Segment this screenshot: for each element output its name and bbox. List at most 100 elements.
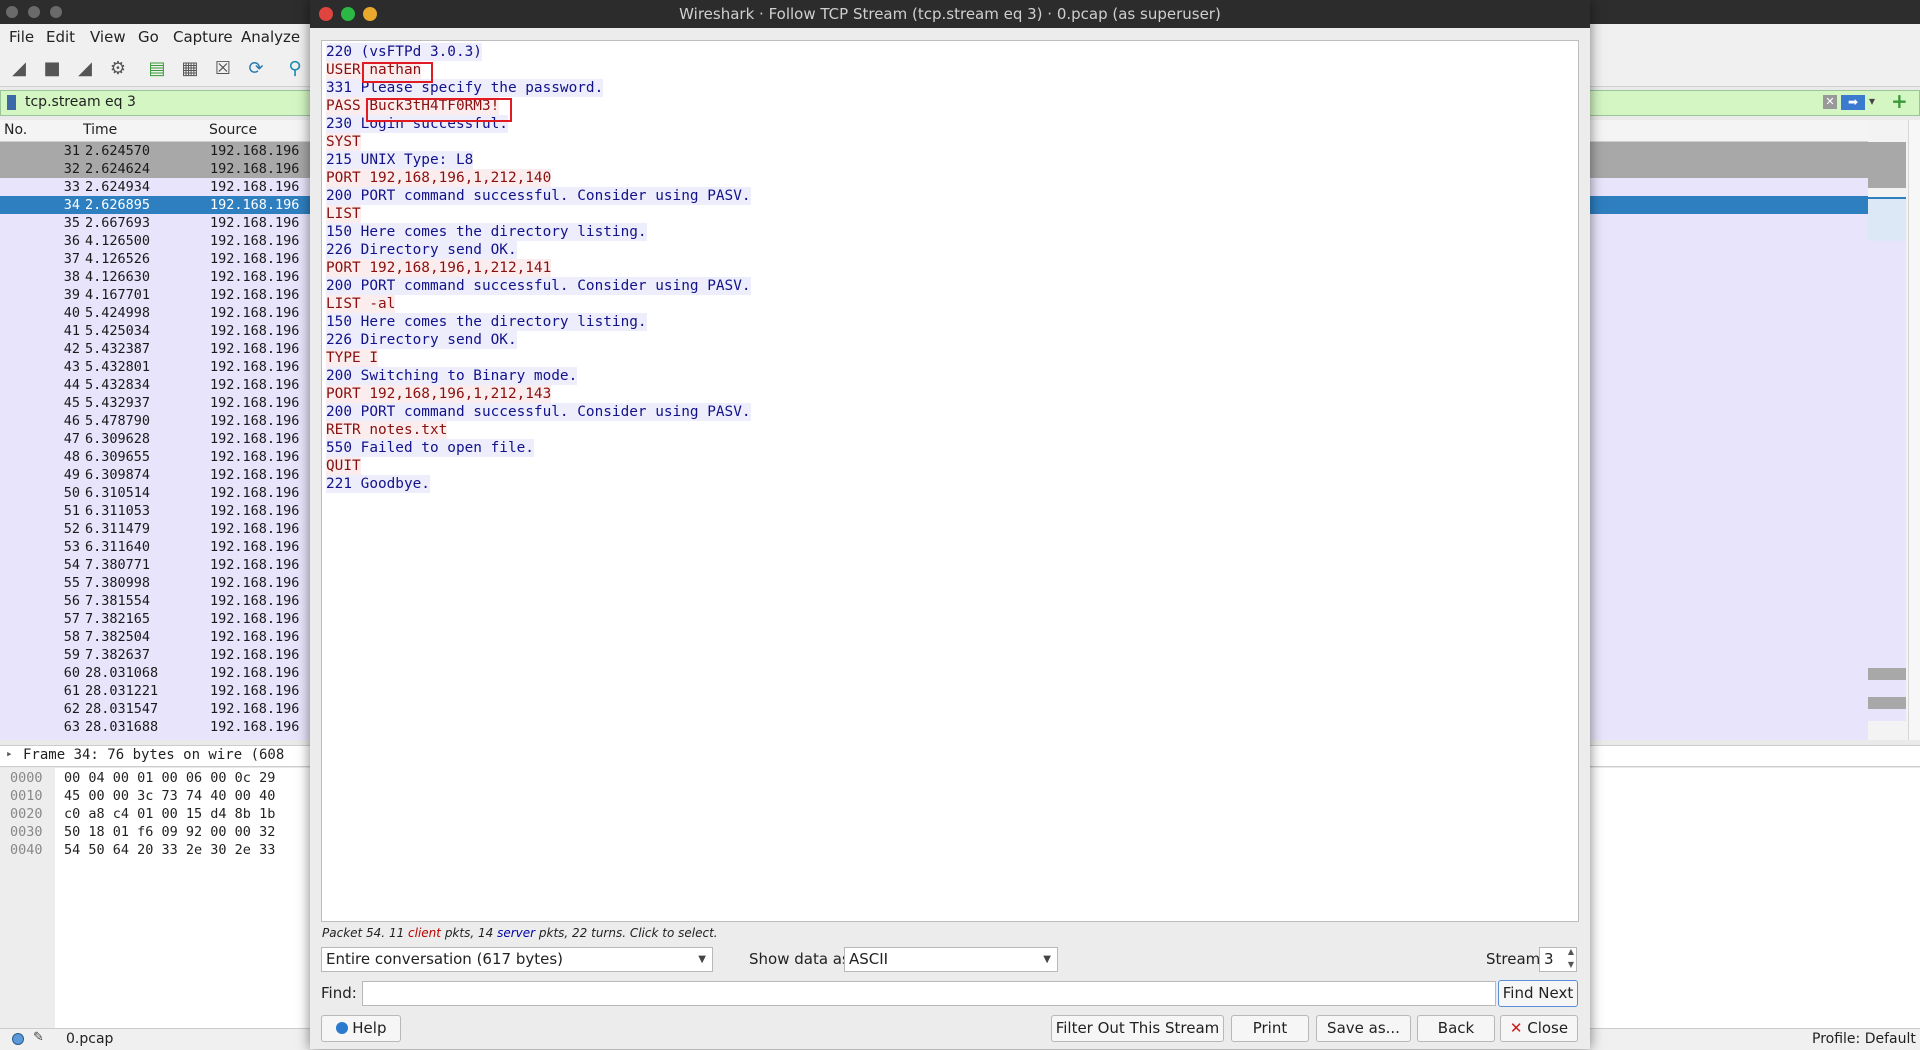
server-stream-line[interactable]: 200 PORT command successful. Consider us… [326, 187, 751, 205]
packet-time: 4.126526 [85, 251, 151, 267]
packet-time: 28.031068 [85, 665, 159, 681]
packet-time: 6.309628 [85, 431, 151, 447]
shark-fin-start-icon[interactable]: ◢ [8, 57, 30, 79]
add-filter-button-plus-icon[interactable]: + [1891, 89, 1908, 113]
stream-number-spinbox[interactable]: 3 ▲ ▼ [1539, 947, 1577, 972]
bytes-hex[interactable]: 50 18 01 f6 09 92 00 00 32 [64, 824, 275, 840]
server-stream-line[interactable]: 200 Switching to Binary mode. [326, 367, 578, 385]
packet-source: 192.168.196 [210, 431, 300, 447]
packet-time: 7.382637 [85, 647, 151, 663]
minimize-window-icon[interactable] [28, 6, 40, 18]
dialog-close-icon[interactable] [319, 7, 333, 21]
column-no[interactable]: No. [4, 122, 27, 138]
conversation-select[interactable]: Entire conversation (617 bytes) ▼ [321, 947, 713, 972]
menu-capture[interactable]: Capture [173, 28, 233, 46]
packet-time: 2.626895 [85, 197, 151, 213]
packet-source: 192.168.196 [210, 449, 300, 465]
client-stream-line[interactable]: PORT 192,168,196,1,212,140 [326, 169, 552, 187]
packet-source: 192.168.196 [210, 143, 300, 159]
filter-history-dropdown-icon[interactable]: ▾ [1869, 94, 1875, 108]
menu-view[interactable]: View [90, 28, 126, 46]
server-stream-line[interactable]: 550 Failed to open file. [326, 439, 534, 457]
packet-source: 192.168.196 [210, 305, 300, 321]
column-time[interactable]: Time [83, 122, 117, 138]
server-stream-line[interactable]: 150 Here comes the directory listing. [326, 223, 647, 241]
server-stream-line[interactable]: 150 Here comes the directory listing. [326, 313, 647, 331]
packet-no: 51 [63, 503, 80, 519]
client-stream-line[interactable]: SYST [326, 133, 361, 151]
filter-out-stream-button[interactable]: Filter Out This Stream [1051, 1015, 1224, 1042]
packet-time: 7.382504 [85, 629, 151, 645]
menu-edit[interactable]: Edit [46, 28, 75, 46]
server-stream-line[interactable]: 226 Directory send OK. [326, 241, 517, 259]
packet-time: 4.126500 [85, 233, 151, 249]
dialog-minimize-icon[interactable] [363, 7, 377, 21]
packet-source: 192.168.196 [210, 575, 300, 591]
edit-comment-icon[interactable]: ✎ [33, 1030, 44, 1045]
packet-no: 41 [63, 323, 80, 339]
client-stream-line[interactable]: LIST [326, 205, 361, 223]
display-filter-input[interactable]: tcp.stream eq 3 [25, 94, 136, 110]
expert-info-icon[interactable] [12, 1033, 24, 1045]
apply-filter-arrow-icon[interactable]: ➡ [1841, 95, 1865, 110]
menu-analyze[interactable]: Analyze [241, 28, 300, 46]
packet-source: 192.168.196 [210, 467, 300, 483]
find-input[interactable] [362, 981, 1496, 1006]
close-window-icon[interactable] [6, 6, 18, 18]
bytes-hex[interactable]: 54 50 64 20 33 2e 30 2e 33 [64, 842, 275, 858]
menu-file[interactable]: File [9, 28, 34, 46]
column-source[interactable]: Source [209, 122, 257, 138]
show-data-as-select[interactable]: ASCII ▼ [844, 947, 1058, 972]
capture-options-gear-icon[interactable]: ⚙ [107, 57, 129, 79]
restart-capture-icon[interactable]: ◢ [74, 57, 96, 79]
print-button[interactable]: Print [1231, 1015, 1309, 1042]
reload-file-icon[interactable]: ⟳ [245, 57, 267, 79]
client-stream-line[interactable]: RETR notes.txt [326, 421, 448, 439]
frame-summary[interactable]: Frame 34: 76 bytes on wire (608 [23, 747, 284, 763]
server-stream-line[interactable]: 200 PORT command successful. Consider us… [326, 277, 751, 295]
client-stream-line[interactable]: QUIT [326, 457, 361, 475]
stream-content-text[interactable]: 221 Goodbye. QUIT 550 Failed to open file.… [321, 40, 1579, 922]
packet-source: 192.168.196 [210, 629, 300, 645]
help-button[interactable]: Help [321, 1015, 401, 1042]
dialog-maximize-icon[interactable] [341, 7, 355, 21]
packet-source: 192.168.196 [210, 557, 300, 573]
client-stream-line[interactable]: LIST -al [326, 295, 396, 313]
packet-time: 6.309655 [85, 449, 151, 465]
client-stream-line[interactable]: PORT 192,168,196,1,212,143 [326, 385, 552, 403]
bytes-hex[interactable]: 45 00 00 3c 73 74 40 00 40 [64, 788, 275, 804]
bytes-hex[interactable]: 00 04 00 01 00 06 00 0c 29 [64, 770, 275, 786]
save-as-button[interactable]: Save as... [1316, 1015, 1411, 1042]
server-stream-line[interactable]: 226 Directory send OK. [326, 331, 517, 349]
spinbox-arrows-icon[interactable]: ▲ ▼ [1568, 945, 1574, 971]
back-button[interactable]: Back [1417, 1015, 1495, 1042]
client-stream-line[interactable]: PORT 192,168,196,1,212,141 [326, 259, 552, 277]
packet-source: 192.168.196 [210, 719, 300, 735]
packet-no: 39 [63, 287, 80, 303]
save-file-icon[interactable]: ▦ [179, 57, 201, 79]
bookmark-icon[interactable] [7, 95, 16, 110]
packet-time: 6.309874 [85, 467, 151, 483]
status-profile[interactable]: Profile: Default [1812, 1031, 1916, 1047]
maximize-window-icon[interactable] [50, 6, 62, 18]
bytes-hex[interactable]: c0 a8 c4 01 00 15 d4 8b 1b [64, 806, 275, 822]
stream-packet-info: Packet 54. 11 client pkts, 14 server pkt… [322, 926, 718, 940]
open-file-icon[interactable]: ▤ [146, 57, 168, 79]
close-button[interactable]: ✕ Close [1500, 1015, 1578, 1042]
find-packet-search-icon[interactable]: ⚲ [284, 57, 306, 79]
find-next-button[interactable]: Find Next [1498, 980, 1578, 1007]
packet-no: 53 [63, 539, 80, 555]
server-stream-line[interactable]: 220 (vsFTPd 3.0.3) [326, 43, 482, 61]
expand-chevron-icon[interactable]: ▸ [6, 747, 13, 760]
menu-go[interactable]: Go [138, 28, 159, 46]
packet-list-minimap-scrollbar[interactable] [1868, 120, 1920, 740]
close-file-icon[interactable]: ☒ [212, 57, 234, 79]
packet-time: 7.380771 [85, 557, 151, 573]
packet-time: 7.380998 [85, 575, 151, 591]
client-stream-line[interactable]: TYPE I [326, 349, 378, 367]
server-stream-line[interactable]: 221 Goodbye. [326, 475, 430, 493]
stop-capture-icon[interactable]: ■ [41, 57, 63, 79]
clear-filter-icon[interactable]: ✕ [1823, 95, 1837, 109]
server-stream-line[interactable]: 215 UNIX Type: L8 [326, 151, 474, 169]
server-stream-line[interactable]: 200 PORT command successful. Consider us… [326, 403, 751, 421]
